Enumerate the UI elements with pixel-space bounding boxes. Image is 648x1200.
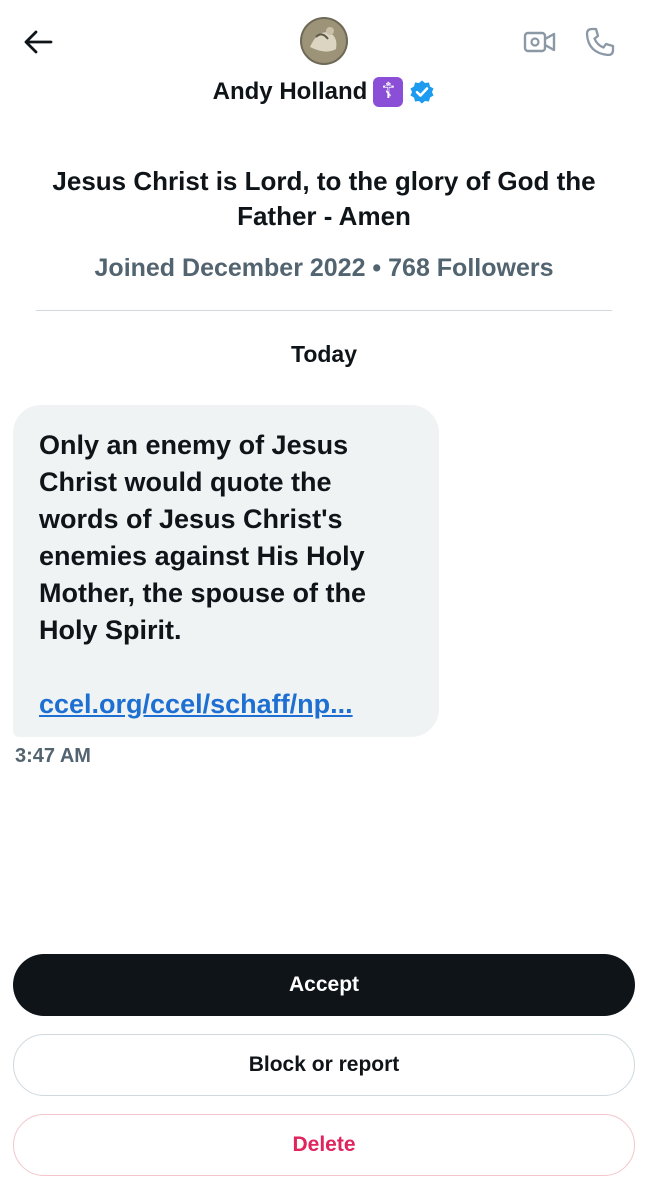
profile-bio: Jesus Christ is Lord, to the glory of Go… bbox=[52, 166, 596, 231]
top-bar bbox=[0, 0, 648, 80]
display-name: Andy Holland bbox=[212, 78, 368, 105]
message-bubble[interactable]: Only an enemy of Jesus Christ would quot… bbox=[13, 405, 439, 737]
avatar-image bbox=[300, 17, 348, 65]
avatar[interactable] bbox=[300, 17, 348, 65]
video-call-button[interactable] bbox=[520, 22, 560, 62]
orthodox-cross-emoji: ☦ bbox=[373, 77, 404, 107]
video-camera-icon bbox=[523, 31, 556, 53]
date-separator: Today bbox=[290, 341, 358, 367]
phone-icon bbox=[585, 27, 615, 57]
back-button[interactable] bbox=[18, 24, 58, 60]
message-link[interactable]: ccel.org/ccel/schaff/np... bbox=[39, 686, 413, 723]
audio-call-button[interactable] bbox=[580, 22, 620, 62]
message-text: Only an enemy of Jesus Christ would quot… bbox=[39, 430, 367, 645]
message-timestamp: 3:47 AM bbox=[15, 745, 91, 767]
block-or-report-button[interactable]: Block or report bbox=[13, 1034, 635, 1096]
profile-meta: Joined December 2022 • 768 Followers bbox=[94, 254, 554, 282]
profile-name-row: Andy Holland ☦ bbox=[0, 74, 648, 110]
verified-badge-icon bbox=[409, 79, 435, 105]
divider bbox=[36, 310, 612, 311]
arrow-left-icon bbox=[24, 30, 53, 54]
delete-button[interactable]: Delete bbox=[13, 1114, 635, 1176]
accept-button[interactable]: Accept bbox=[13, 954, 635, 1016]
